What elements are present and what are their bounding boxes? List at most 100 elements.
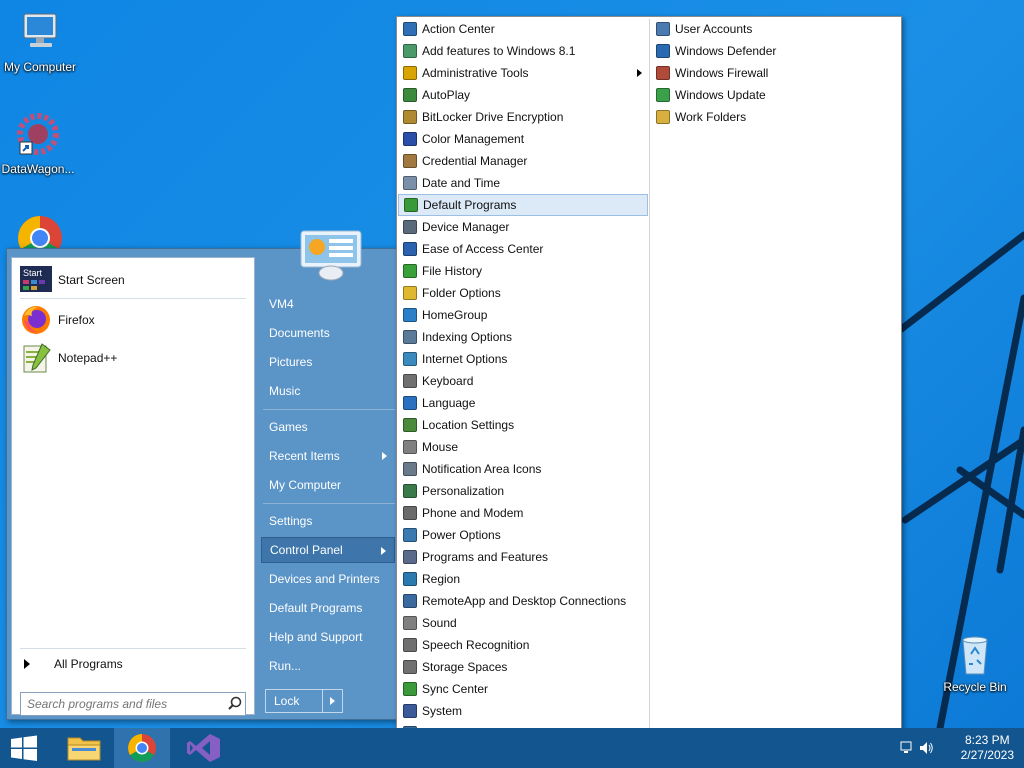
pinned-notepadpp[interactable]: Notepad++ — [16, 340, 250, 376]
cp-item-file-history[interactable]: File History — [398, 260, 648, 282]
all-programs-button[interactable]: All Programs — [22, 654, 246, 674]
cp-item-autoplay[interactable]: AutoPlay — [398, 84, 648, 106]
autoplay-icon — [402, 87, 418, 103]
cp-item-bitlocker-drive-encryption[interactable]: BitLocker Drive Encryption — [398, 106, 648, 128]
cp-item-add-features-to-windows-8-1[interactable]: Add features to Windows 8.1 — [398, 40, 648, 62]
start-places-control-panel[interactable]: Control Panel — [261, 537, 395, 563]
start-places-games[interactable]: Games — [261, 414, 395, 440]
start-places-run[interactable]: Run... — [261, 653, 395, 679]
cp-item-notification-area-icons[interactable]: Notification Area Icons — [398, 458, 648, 480]
cp-item-remoteapp-and-desktop-connections[interactable]: RemoteApp and Desktop Connections — [398, 590, 648, 612]
credential-manager-icon — [402, 153, 418, 169]
cp-item-credential-manager[interactable]: Credential Manager — [398, 150, 648, 172]
cp-item-administrative-tools[interactable]: Administrative Tools — [398, 62, 648, 84]
cp-item-system[interactable]: System — [398, 700, 648, 722]
firefox-icon — [20, 304, 52, 336]
cp-item-date-and-time[interactable]: Date and Time — [398, 172, 648, 194]
cp-item-folder-options[interactable]: Folder Options — [398, 282, 648, 304]
cp-item-label: Work Folders — [675, 110, 747, 124]
cp-item-ease-of-access-center[interactable]: Ease of Access Center — [398, 238, 648, 260]
start-places-pictures[interactable]: Pictures — [261, 349, 395, 375]
user-picture-icon[interactable] — [299, 229, 363, 281]
start-places-vm4[interactable]: VM4 — [261, 291, 395, 317]
cp-item-label: Notification Area Icons — [422, 462, 542, 476]
places-item-label: VM4 — [269, 297, 294, 311]
cp-item-phone-and-modem[interactable]: Phone and Modem — [398, 502, 648, 524]
cp-item-power-options[interactable]: Power Options — [398, 524, 648, 546]
lock-button[interactable]: Lock — [265, 689, 343, 713]
network-icon[interactable] — [900, 740, 914, 756]
cp-item-action-center[interactable]: Action Center — [398, 18, 648, 40]
language-icon — [402, 395, 418, 411]
cp-item-device-manager[interactable]: Device Manager — [398, 216, 648, 238]
submenu-arrow-icon — [382, 452, 387, 460]
desktop-icon-my-computer[interactable]: My Computer — [0, 10, 80, 74]
indexing-options-icon — [402, 329, 418, 345]
cp-item-windows-defender[interactable]: Windows Defender — [651, 40, 901, 62]
pinned-item-label: Start Screen — [58, 273, 125, 287]
all-programs-label: All Programs — [54, 657, 123, 671]
cp-item-location-settings[interactable]: Location Settings — [398, 414, 648, 436]
computer-icon — [16, 10, 64, 58]
folder-options-icon — [402, 285, 418, 301]
cp-item-label: Action Center — [422, 22, 495, 36]
start-places-documents[interactable]: Documents — [261, 320, 395, 346]
cp-item-mouse[interactable]: Mouse — [398, 436, 648, 458]
cp-item-windows-firewall[interactable]: Windows Firewall — [651, 62, 901, 84]
cp-item-programs-and-features[interactable]: Programs and Features — [398, 546, 648, 568]
cp-item-label: RemoteApp and Desktop Connections — [422, 594, 627, 608]
start-places-music[interactable]: Music — [261, 378, 395, 404]
chrome-button[interactable] — [114, 728, 170, 768]
cp-item-label: Programs and Features — [422, 550, 549, 564]
cp-item-windows-update[interactable]: Windows Update — [651, 84, 901, 106]
cp-item-region[interactable]: Region — [398, 568, 648, 590]
desktop-icon-datawagon[interactable]: DataWagon... — [0, 112, 78, 176]
start-places-default-programs[interactable]: Default Programs — [261, 595, 395, 621]
windows-update-icon — [655, 87, 671, 103]
start-places-recent-items[interactable]: Recent Items — [261, 443, 395, 469]
cp-item-indexing-options[interactable]: Indexing Options — [398, 326, 648, 348]
cp-item-homegroup[interactable]: HomeGroup — [398, 304, 648, 326]
search-input[interactable] — [21, 694, 225, 714]
icon-shape — [403, 704, 417, 718]
cp-item-keyboard[interactable]: Keyboard — [398, 370, 648, 392]
cp-item-personalization[interactable]: Personalization — [398, 480, 648, 502]
cp-item-sound[interactable]: Sound — [398, 612, 648, 634]
start-places-my-computer[interactable]: My Computer — [261, 472, 395, 498]
start-places-settings[interactable]: Settings — [261, 508, 395, 534]
default-programs-icon — [403, 197, 419, 213]
column-divider — [649, 19, 650, 765]
visual-studio-button[interactable] — [176, 728, 232, 768]
pinned-firefox[interactable]: Firefox — [16, 302, 250, 338]
cp-item-color-management[interactable]: Color Management — [398, 128, 648, 150]
volume-icon[interactable] — [918, 740, 934, 756]
cp-item-storage-spaces[interactable]: Storage Spaces — [398, 656, 648, 678]
search-icon[interactable] — [225, 694, 245, 714]
internet-options-icon — [402, 351, 418, 367]
pinned-item-label: Notepad++ — [58, 351, 118, 365]
cp-item-work-folders[interactable]: Work Folders — [651, 106, 901, 128]
cp-item-speech-recognition[interactable]: Speech Recognition — [398, 634, 648, 656]
start-places-help-and-support[interactable]: Help and Support — [261, 624, 395, 650]
desktop-icon-recycle-bin[interactable]: Recycle Bin — [935, 630, 1015, 694]
start-places-devices-and-printers[interactable]: Devices and Printers — [261, 566, 395, 592]
lock-options-arrow-icon[interactable] — [322, 690, 342, 712]
cp-item-default-programs[interactable]: Default Programs — [398, 194, 648, 216]
windows-firewall-icon — [655, 65, 671, 81]
start-menu: Start Start Screen Firefox Notepad++ All… — [6, 230, 398, 720]
windows-defender-icon — [655, 43, 671, 59]
cp-item-label: Language — [422, 396, 476, 410]
region-icon — [402, 571, 418, 587]
cp-item-language[interactable]: Language — [398, 392, 648, 414]
cp-item-label: AutoPlay — [422, 88, 471, 102]
clock[interactable]: 8:23 PM 2/27/2023 — [961, 733, 1014, 763]
cp-item-user-accounts[interactable]: User Accounts — [651, 18, 901, 40]
cp-item-label: Location Settings — [422, 418, 515, 432]
file-explorer-button[interactable] — [56, 728, 112, 768]
pinned-start-screen[interactable]: Start Start Screen — [16, 262, 250, 298]
start-button[interactable] — [0, 728, 48, 768]
expand-arrow-icon — [24, 659, 30, 669]
keyboard-icon — [402, 373, 418, 389]
cp-item-internet-options[interactable]: Internet Options — [398, 348, 648, 370]
cp-item-sync-center[interactable]: Sync Center — [398, 678, 648, 700]
